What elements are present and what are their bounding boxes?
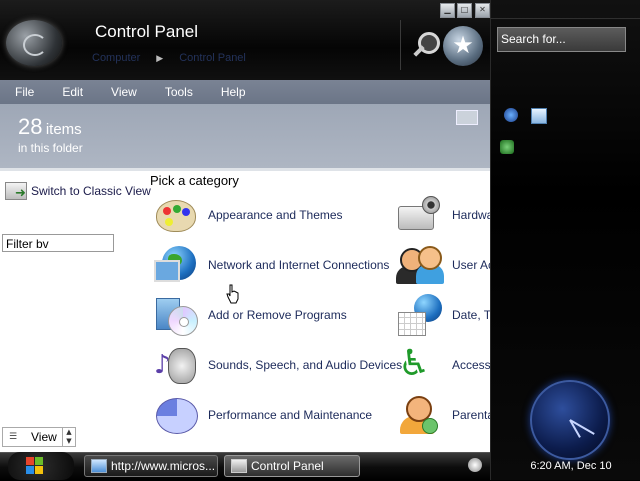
pick-category-heading: Pick a category bbox=[150, 173, 239, 188]
user-accounts-icon bbox=[396, 242, 446, 288]
category-label: Accessi bbox=[452, 358, 490, 372]
info-bar: 28 items in this folder bbox=[0, 104, 490, 168]
view-list-icon: ☰ bbox=[9, 432, 18, 442]
breadcrumb-separator-icon: ▶ bbox=[156, 52, 164, 63]
date-time-icon bbox=[396, 292, 446, 338]
category-label: Hardwa bbox=[452, 208, 490, 222]
menu-bar: File Edit View Tools Help bbox=[0, 80, 490, 104]
sidebar-top-line bbox=[490, 18, 640, 19]
details-toggle-button[interactable] bbox=[456, 110, 478, 125]
category-accessibility[interactable]: ♿ Accessi bbox=[396, 342, 490, 388]
category-label: Sounds, Speech, and Audio Devices bbox=[208, 358, 403, 372]
maximize-button[interactable]: □ bbox=[457, 3, 472, 18]
menu-edit[interactable]: Edit bbox=[62, 85, 83, 99]
filter-input[interactable]: Filter bv bbox=[2, 234, 114, 252]
network-globe-icon bbox=[152, 242, 202, 288]
category-label: User Ac bbox=[452, 258, 490, 272]
update-tray-icon[interactable] bbox=[500, 140, 514, 154]
category-parental-controls[interactable]: Parenta bbox=[396, 392, 490, 438]
view-button-label: View bbox=[31, 430, 57, 444]
category-label: Parenta bbox=[452, 408, 490, 422]
parental-controls-icon bbox=[396, 392, 446, 438]
back-button[interactable] bbox=[6, 20, 62, 66]
control-panel-icon bbox=[231, 459, 247, 473]
menu-file[interactable]: File bbox=[15, 85, 34, 99]
title-bar: Control Panel Computer ▶ Control Panel ★… bbox=[0, 0, 490, 80]
view-spinner-icon[interactable]: ▲ ▼ bbox=[62, 428, 75, 446]
browser-icon bbox=[91, 459, 107, 473]
taskbar-item-browser[interactable]: http://www.micros... bbox=[84, 455, 218, 477]
menu-help[interactable]: Help bbox=[221, 85, 246, 99]
taskbar-item-control-panel[interactable]: Control Panel bbox=[224, 455, 360, 477]
category-add-remove-programs[interactable]: Add or Remove Programs bbox=[152, 292, 347, 338]
window-title: Control Panel bbox=[95, 22, 199, 41]
sounds-speaker-icon: ♪ bbox=[152, 342, 202, 388]
star-icon: ★ bbox=[452, 31, 474, 59]
item-count-label: items bbox=[45, 121, 82, 138]
breadcrumb-computer[interactable]: Computer bbox=[92, 52, 140, 64]
clock-time-text: 6:20 AM, Dec 10 bbox=[530, 460, 612, 472]
category-network-internet[interactable]: Network and Internet Connections bbox=[152, 242, 389, 288]
header-separator bbox=[0, 168, 490, 171]
search-button[interactable] bbox=[410, 30, 440, 60]
view-button[interactable]: ☰ View ▲ ▼ bbox=[2, 427, 76, 447]
hand-cursor-icon bbox=[226, 284, 239, 304]
title-divider bbox=[400, 20, 401, 70]
category-sounds-audio[interactable]: ♪ Sounds, Speech, and Audio Devices bbox=[152, 342, 402, 388]
clock-gadget[interactable] bbox=[530, 380, 610, 460]
category-label: Network and Internet Connections bbox=[208, 258, 390, 272]
appearance-palette-icon bbox=[152, 192, 202, 238]
category-hardware[interactable]: Hardwa bbox=[396, 192, 490, 238]
network-tray-icon[interactable] bbox=[504, 108, 518, 122]
favorites-star-button[interactable]: ★ bbox=[443, 26, 483, 66]
category-performance-maintenance[interactable]: Performance and Maintenance bbox=[152, 392, 372, 438]
category-user-accounts[interactable]: User Ac bbox=[396, 242, 490, 288]
item-count-subtitle: in this folder bbox=[18, 141, 83, 155]
notification-orb-icon[interactable] bbox=[468, 458, 482, 472]
category-label: Appearance and Themes bbox=[208, 208, 343, 222]
taskbar-item-label: Control Panel bbox=[251, 459, 324, 473]
breadcrumb-control-panel[interactable]: Control Panel bbox=[179, 52, 246, 64]
close-button[interactable]: ✕ bbox=[475, 3, 490, 18]
sidebar-search-input[interactable]: Search for... bbox=[497, 27, 626, 52]
switch-classic-view-label: Switch to Classic View bbox=[31, 184, 151, 198]
menu-view[interactable]: View bbox=[111, 85, 137, 99]
accessibility-icon: ♿ bbox=[398, 343, 431, 384]
item-count-number: 28 bbox=[18, 114, 43, 139]
hardware-printer-icon bbox=[396, 192, 446, 238]
classic-view-icon: ➜ bbox=[3, 178, 29, 204]
windows-logo-icon bbox=[26, 457, 44, 475]
programs-cd-icon bbox=[152, 292, 202, 338]
category-label: Date, T bbox=[452, 308, 490, 322]
window-tray-icon[interactable] bbox=[531, 108, 547, 124]
minimize-button[interactable]: ▁ bbox=[440, 3, 455, 18]
control-panel-window: Control Panel Computer ▶ Control Panel ★… bbox=[0, 0, 490, 452]
category-label: Add or Remove Programs bbox=[208, 308, 347, 322]
category-appearance-themes[interactable]: Appearance and Themes bbox=[152, 192, 343, 238]
menu-tools[interactable]: Tools bbox=[165, 85, 193, 99]
back-arrow-icon bbox=[23, 34, 47, 56]
taskbar-item-label: http://www.micros... bbox=[111, 459, 216, 473]
switch-classic-view-link[interactable]: ➜ Switch to Classic View bbox=[3, 178, 151, 204]
category-label: Performance and Maintenance bbox=[208, 408, 373, 422]
category-date-time[interactable]: Date, T bbox=[396, 292, 490, 338]
breadcrumb: Computer ▶ Control Panel bbox=[92, 52, 246, 64]
performance-pie-icon bbox=[152, 392, 202, 438]
start-button[interactable] bbox=[8, 452, 74, 480]
item-count: 28 items bbox=[18, 114, 82, 140]
